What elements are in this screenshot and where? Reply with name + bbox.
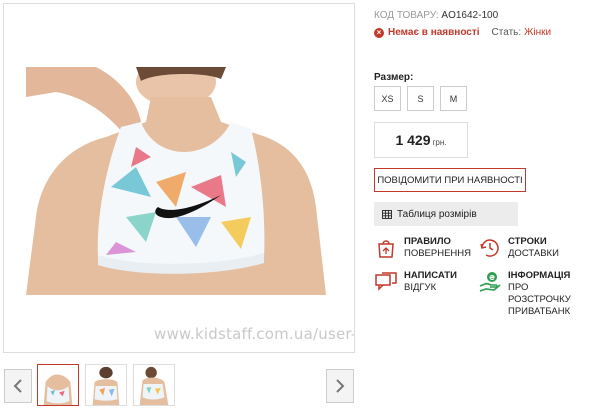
feature-installment-info[interactable]: ₴ ІНФОРМАЦІЯ ПРО РОЗСТРОЧКУ ПРИВАТБАНК (478, 270, 588, 318)
feature-return-title: ПРАВИЛО (404, 236, 451, 247)
chevron-left-icon (13, 379, 22, 393)
feature-installment-title: ІНФОРМАЦІЯ (508, 270, 571, 281)
feature-return-policy[interactable]: ПРАВИЛО ПОВЕРНЕННЯ (374, 236, 484, 260)
gender-value[interactable]: Жінки (524, 27, 551, 38)
size-table-button[interactable]: Таблиця розмірів (374, 202, 518, 226)
size-option-s[interactable]: S (407, 86, 434, 111)
return-bag-icon (378, 240, 394, 258)
thumbnail-1[interactable] (37, 364, 79, 406)
sku-value: AO1642-100 (441, 10, 499, 21)
gallery-next-button[interactable] (326, 369, 354, 403)
price-currency: грн. (432, 137, 447, 147)
availability-status: Немає в наявності (388, 27, 480, 38)
chevron-right-icon (336, 379, 345, 393)
feature-write-review[interactable]: НАПИСАТИ ВІДГУК (374, 270, 484, 294)
price-value: 1 429 (395, 132, 431, 148)
gallery-prev-button[interactable] (4, 369, 32, 403)
svg-text:₴: ₴ (489, 274, 495, 282)
gender-label: Стать: (491, 27, 522, 38)
watermark-text: www.kidstaff.com.ua/user-1358783.html (154, 325, 354, 343)
table-grid-icon (382, 209, 392, 219)
close-circle-icon: × (374, 27, 384, 38)
feature-return-subtitle: ПОВЕРНЕННЯ (404, 248, 472, 259)
size-label: Размер: (374, 72, 414, 83)
thumbnail-front-image (38, 365, 78, 405)
size-table-label: Таблиця розмірів (397, 208, 477, 220)
feature-delivery-title: СТРОКИ (508, 236, 547, 247)
size-option-m[interactable]: M (440, 86, 467, 111)
availability-line: × Немає в наявності Стать: Жінки (374, 27, 551, 38)
feature-review-title: НАПИСАТИ (404, 270, 457, 281)
thumbnail-strip (3, 362, 355, 410)
feature-delivery-subtitle: ДОСТАВКИ (508, 248, 559, 259)
sku-line: КОД ТОВАРУ: AO1642-100 (374, 10, 498, 21)
thumbnail-2[interactable] (85, 364, 127, 406)
product-photo (26, 67, 330, 295)
chat-bubble-icon (375, 272, 397, 291)
thumbnail-side-image (134, 365, 174, 405)
feature-review-subtitle: ВІДГУК (404, 282, 437, 293)
price-box: 1 429 грн. (374, 122, 468, 158)
thumbnail-back-image (86, 365, 126, 405)
feature-installment-subtitle: ПРО РОЗСТРОЧКУ ПРИВАТБАНК (508, 282, 571, 317)
hand-coin-icon: ₴ (479, 272, 501, 292)
sku-label: КОД ТОВАРУ: (374, 10, 439, 21)
size-option-xs[interactable]: XS (374, 86, 401, 111)
feature-delivery-terms[interactable]: СТРОКИ ДОСТАВКИ (478, 236, 588, 260)
notify-when-available-button[interactable]: ПОВІДОМИТИ ПРИ НАЯВНОСТІ (374, 168, 526, 192)
product-main-image[interactable]: www.kidstaff.com.ua/user-1358783.html (3, 3, 355, 353)
clock-icon (480, 239, 499, 257)
size-selector: XS S M (374, 86, 467, 111)
thumbnail-3[interactable] (133, 364, 175, 406)
